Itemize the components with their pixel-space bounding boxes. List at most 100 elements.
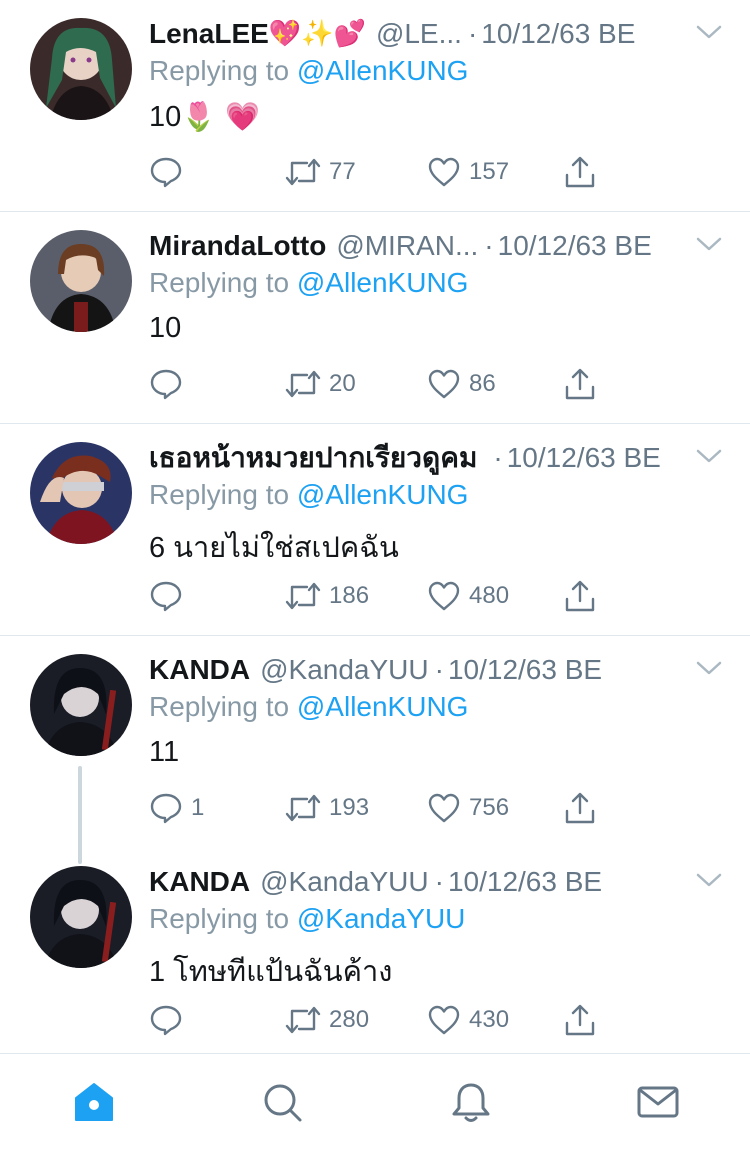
avatar[interactable]: [30, 230, 132, 332]
retweet-icon: [285, 794, 321, 822]
like-count: 756: [469, 794, 510, 821]
reply-button[interactable]: [149, 574, 191, 618]
reply-mention-link[interactable]: @AllenKUNG: [297, 267, 469, 298]
tweet-text-content: 10: [149, 312, 182, 344]
tweet[interactable]: KANDA @KandaYUU · 10/12/63 BE Replying t…: [0, 848, 750, 1060]
display-name[interactable]: MirandaLotto: [149, 230, 326, 262]
tweet-date[interactable]: 10/12/63 BE: [498, 230, 652, 262]
display-name[interactable]: KANDA: [149, 866, 250, 898]
replying-to: Replying to @KandaYUU: [149, 903, 465, 935]
replying-prefix: Replying to: [149, 55, 290, 86]
separator-dot: ·: [434, 654, 444, 685]
like-button[interactable]: 86: [427, 362, 496, 406]
tweet-header: MirandaLotto @MIRAN... · 10/12/63 BE: [149, 226, 689, 266]
reply-icon: [150, 369, 182, 400]
user-handle[interactable]: @LE...: [376, 18, 462, 50]
tweet-text-content: 6 นายไม่ใช่สเปคฉัน: [149, 532, 399, 564]
reply-mention-link[interactable]: @KandaYUU: [297, 903, 466, 934]
like-button[interactable]: 430: [427, 998, 509, 1042]
user-handle[interactable]: @MIRAN...: [336, 230, 478, 262]
reply-button[interactable]: [149, 998, 191, 1042]
retweet-icon: [285, 1006, 321, 1034]
retweet-button[interactable]: 20: [285, 362, 356, 406]
like-count: 430: [469, 1006, 510, 1033]
chevron-down-icon[interactable]: [694, 22, 724, 42]
avatar[interactable]: [30, 866, 132, 968]
tweet-text: 1 โทษทีแป้นฉันค้าง: [149, 948, 392, 994]
retweet-count: 186: [329, 582, 370, 609]
avatar-image: [30, 654, 132, 756]
tweet[interactable]: เธอหน้าหมวยปากเรียวดูคม · 10/12/63 BE Re…: [0, 424, 750, 636]
tweet-actions: 280 430: [149, 998, 609, 1042]
tab-messages[interactable]: [636, 1080, 680, 1124]
chevron-down-icon[interactable]: [694, 446, 724, 466]
tweet-header: เธอหน้าหมวยปากเรียวดูคม · 10/12/63 BE: [149, 438, 689, 478]
retweet-count: 280: [329, 1006, 370, 1033]
user-handle[interactable]: @KandaYUU: [260, 866, 429, 898]
avatar-image: [30, 18, 132, 120]
retweet-button[interactable]: 280: [285, 998, 369, 1042]
tweet-date[interactable]: 10/12/63 BE: [448, 866, 602, 898]
heart-icon: [428, 369, 460, 399]
tweet[interactable]: LenaLEE 💖✨💕 @LE... · 10/12/63 BE Replyin…: [0, 0, 750, 212]
reply-mention-link[interactable]: @AllenKUNG: [297, 479, 469, 510]
reply-button[interactable]: 1: [149, 786, 204, 830]
tweet[interactable]: MirandaLotto @MIRAN... · 10/12/63 BE Rep…: [0, 212, 750, 424]
replying-to: Replying to @AllenKUNG: [149, 55, 468, 87]
chevron-down-icon[interactable]: [694, 234, 724, 254]
tweet-text: 10🌷 💗: [149, 100, 260, 134]
like-button[interactable]: 480: [427, 574, 509, 618]
tweet-date[interactable]: 10/12/63 BE: [507, 442, 661, 474]
tweet-date[interactable]: 10/12/63 BE: [448, 654, 602, 686]
reply-button[interactable]: [149, 362, 191, 406]
tweet-header: LenaLEE 💖✨💕 @LE... · 10/12/63 BE: [149, 14, 689, 54]
separator-dot: ·: [484, 230, 494, 261]
avatar[interactable]: [30, 18, 132, 120]
reply-icon: [150, 581, 182, 612]
reply-mention-link[interactable]: @AllenKUNG: [297, 55, 469, 86]
heart-icon: [428, 1005, 460, 1035]
display-name[interactable]: LenaLEE: [149, 18, 269, 50]
notifications-icon: [452, 1083, 490, 1122]
retweet-count: 193: [329, 794, 370, 821]
timeline-feed: LenaLEE 💖✨💕 @LE... · 10/12/63 BE Replyin…: [0, 0, 750, 1060]
avatar[interactable]: [30, 442, 132, 544]
heart-icon: [428, 157, 460, 187]
share-button[interactable]: [563, 362, 597, 406]
tweet-actions: 20 86: [149, 362, 609, 406]
share-icon: [565, 1004, 595, 1036]
share-button[interactable]: [563, 786, 597, 830]
tweet-header: KANDA @KandaYUU · 10/12/63 BE: [149, 862, 689, 902]
avatar[interactable]: [30, 654, 132, 756]
replying-prefix: Replying to: [149, 903, 290, 934]
heart-icon: [428, 793, 460, 823]
tweet-text-content: 10: [149, 101, 182, 133]
tweet-text: 6 นายไม่ใช่สเปคฉัน: [149, 524, 399, 570]
retweet-button[interactable]: 77: [285, 150, 356, 194]
tweet-header: KANDA @KandaYUU · 10/12/63 BE: [149, 650, 689, 690]
share-button[interactable]: [563, 574, 597, 618]
reply-button[interactable]: [149, 150, 191, 194]
chevron-down-icon[interactable]: [694, 870, 724, 890]
share-icon: [565, 156, 595, 188]
like-button[interactable]: 157: [427, 150, 509, 194]
retweet-icon: [285, 370, 321, 398]
retweet-icon: [285, 582, 321, 610]
tweet-date[interactable]: 10/12/63 BE: [481, 18, 635, 50]
tab-home[interactable]: [72, 1080, 116, 1124]
share-button[interactable]: [563, 150, 597, 194]
retweet-button[interactable]: 193: [285, 786, 369, 830]
retweet-button[interactable]: 186: [285, 574, 369, 618]
reply-mention-link[interactable]: @AllenKUNG: [297, 691, 469, 722]
like-button[interactable]: 756: [427, 786, 509, 830]
display-name[interactable]: เธอหน้าหมวยปากเรียวดูคม: [149, 436, 477, 480]
separator-dot: ·: [493, 442, 503, 473]
share-button[interactable]: [563, 998, 597, 1042]
chevron-down-icon[interactable]: [694, 658, 724, 678]
tweet[interactable]: KANDA @KandaYUU · 10/12/63 BE Replying t…: [0, 636, 750, 864]
replying-to: Replying to @AllenKUNG: [149, 267, 468, 299]
display-name[interactable]: KANDA: [149, 654, 250, 686]
tab-notifications[interactable]: [449, 1080, 493, 1124]
tab-search[interactable]: [260, 1080, 304, 1124]
user-handle[interactable]: @KandaYUU: [260, 654, 429, 686]
